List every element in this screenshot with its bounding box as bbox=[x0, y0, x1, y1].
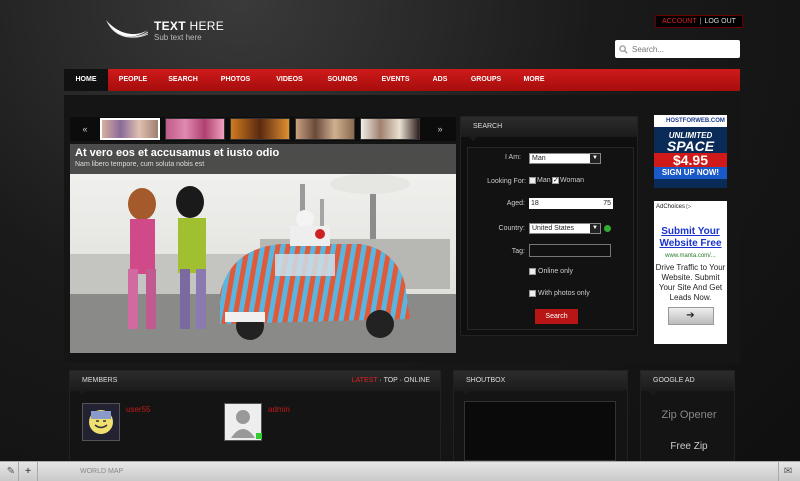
looking-man-checkbox[interactable] bbox=[529, 177, 536, 184]
account-separator: | bbox=[699, 18, 702, 25]
online-only-label: Online only bbox=[538, 268, 574, 275]
age-to-value: 75 bbox=[603, 200, 611, 207]
slider-next-icon[interactable]: » bbox=[425, 124, 455, 134]
shoutbox-panel: SHOUTBOX bbox=[453, 370, 628, 465]
featured-slide[interactable]: At vero eos et accusamus et iusto odio N… bbox=[70, 144, 456, 353]
age-range-slider[interactable]: 18 75 bbox=[529, 198, 613, 209]
google-ad-panel: GOOGLE AD Zip Opener Free Zip bbox=[640, 370, 735, 465]
members-online-link[interactable]: Online bbox=[404, 377, 430, 384]
slider-thumb[interactable] bbox=[230, 118, 290, 140]
hfw-price: $4.95 bbox=[654, 153, 727, 167]
featured-subtitle: Nam libero tempore, cum soluta nobis est bbox=[75, 161, 205, 168]
member-name[interactable]: admin bbox=[268, 405, 290, 414]
bottom-toolbar: ✎ + WORLD MAP ✉ bbox=[0, 461, 800, 481]
chevron-down-icon: ▼ bbox=[590, 154, 600, 163]
account-link[interactable]: ACCOUNT bbox=[662, 18, 697, 25]
world-map-link[interactable]: WORLD MAP bbox=[80, 462, 123, 481]
nav-search[interactable]: SEARCH bbox=[158, 69, 208, 91]
edit-icon[interactable]: ✎ bbox=[3, 464, 19, 480]
nav-people[interactable]: PEOPLE bbox=[108, 69, 158, 91]
shoutbox-heading: SHOUTBOX bbox=[454, 371, 627, 395]
default-user-icon bbox=[231, 410, 255, 438]
tag-input[interactable] bbox=[529, 244, 611, 257]
manta-ad-title[interactable]: Submit Your Website Free bbox=[654, 226, 727, 250]
member-card[interactable]: admin bbox=[224, 403, 290, 441]
add-country-icon[interactable] bbox=[604, 225, 611, 232]
slider-prev-icon[interactable]: « bbox=[70, 124, 100, 134]
looking-man-label: Man bbox=[537, 177, 551, 184]
slider-thumb[interactable] bbox=[165, 118, 225, 140]
swoosh-logo-icon bbox=[106, 20, 149, 38]
account-bar: ACCOUNT | LOG OUT bbox=[655, 15, 743, 28]
with-photos-checkbox[interactable] bbox=[529, 290, 536, 297]
google-ad-line2: Free Zip bbox=[670, 441, 708, 452]
slider-thumb[interactable] bbox=[100, 118, 160, 140]
nav-groups[interactable]: GROUPS bbox=[458, 69, 514, 91]
age-from-value: 18 bbox=[531, 200, 539, 207]
hfw-brand: HOSTFORWEB.COM bbox=[654, 115, 727, 127]
search-button[interactable]: Search bbox=[535, 309, 578, 324]
plus-icon[interactable]: + bbox=[20, 464, 36, 480]
members-top-link[interactable]: Top bbox=[384, 377, 398, 384]
hostforweb-ad[interactable]: HOSTFORWEB.COM UNLIMITED SPACE $4.95 SIG… bbox=[654, 115, 727, 188]
arrow-right-icon[interactable]: ➔ bbox=[667, 307, 714, 325]
search-icon bbox=[619, 44, 628, 54]
hfw-signup: SIGN UP NOW! bbox=[654, 167, 727, 179]
nav-home[interactable]: HOME bbox=[64, 69, 108, 91]
chevron-down-icon: ▼ bbox=[590, 224, 600, 233]
smiley-avatar-icon bbox=[89, 410, 113, 434]
members-latest-link[interactable]: Latest bbox=[352, 377, 378, 384]
online-only-checkbox[interactable] bbox=[529, 268, 536, 275]
avatar[interactable] bbox=[82, 403, 120, 441]
looking-for-label: Looking For: bbox=[487, 178, 526, 185]
manta-ad[interactable]: AdChoices ▷ Submit Your Website Free www… bbox=[654, 201, 727, 344]
looking-woman-checkbox[interactable]: ✓ bbox=[552, 177, 559, 184]
i-am-label: I Am: bbox=[505, 154, 521, 161]
google-ad-content[interactable]: Zip Opener Free Zip bbox=[653, 397, 725, 467]
looking-woman-label: Woman bbox=[560, 177, 584, 184]
featured-photo bbox=[70, 144, 456, 353]
google-ad-heading: GOOGLE AD bbox=[641, 371, 734, 395]
members-heading: MEMBERS Latest · Top · Online bbox=[70, 371, 440, 395]
logout-link[interactable]: LOG OUT bbox=[704, 18, 736, 25]
logo-title: TEXT HERE bbox=[154, 18, 225, 33]
manta-ad-description: Drive Traffic to Your Website. Submit Yo… bbox=[655, 263, 726, 302]
nav-events[interactable]: EVENTS bbox=[369, 69, 422, 91]
slider-thumb[interactable] bbox=[295, 118, 355, 140]
nav-photos[interactable]: PHOTOS bbox=[208, 69, 263, 91]
with-photos-label: With photos only bbox=[538, 290, 590, 297]
manta-ad-url: www.manta.com/... bbox=[665, 253, 716, 259]
nav-more[interactable]: MORE bbox=[514, 69, 554, 91]
online-status-icon bbox=[256, 433, 262, 439]
google-ad-line1: Zip Opener bbox=[661, 409, 717, 421]
top-search-input[interactable] bbox=[632, 44, 732, 54]
search-form bbox=[467, 147, 634, 330]
nav-ads[interactable]: ADS bbox=[422, 69, 458, 91]
logo-subtitle: Sub text here bbox=[154, 32, 202, 42]
adchoices-label[interactable]: AdChoices ▷ bbox=[654, 201, 727, 212]
members-filter-links: Latest · Top · Online bbox=[351, 377, 430, 384]
search-panel-heading: SEARCH bbox=[461, 117, 637, 141]
top-search-box bbox=[615, 40, 740, 58]
tag-label: Tag: bbox=[511, 248, 525, 255]
member-name[interactable]: user55 bbox=[126, 405, 150, 414]
featured-caption: At vero eos et accusamus et iusto odio N… bbox=[70, 144, 456, 174]
member-card[interactable]: user55 bbox=[82, 403, 150, 441]
shoutbox-messages[interactable] bbox=[464, 401, 616, 461]
mail-icon[interactable]: ✉ bbox=[780, 464, 796, 480]
country-label: Country: bbox=[498, 225, 525, 232]
country-select[interactable]: United States ▼ bbox=[529, 223, 601, 234]
slider-thumbnails: « » bbox=[70, 117, 456, 141]
site-logo[interactable]: TEXT HERE Sub text here bbox=[104, 16, 224, 44]
nav-sounds[interactable]: SOUNDS bbox=[316, 69, 369, 91]
i-am-select[interactable]: Man ▼ bbox=[529, 153, 601, 164]
nav-videos[interactable]: VIDEOS bbox=[263, 69, 316, 91]
featured-title[interactable]: At vero eos et accusamus et iusto odio bbox=[75, 147, 451, 159]
main-nav: HOME PEOPLE SEARCH PHOTOS VIDEOS SOUNDS … bbox=[64, 69, 740, 91]
aged-label: Aged: bbox=[506, 200, 525, 207]
slider-thumb[interactable] bbox=[360, 118, 420, 140]
